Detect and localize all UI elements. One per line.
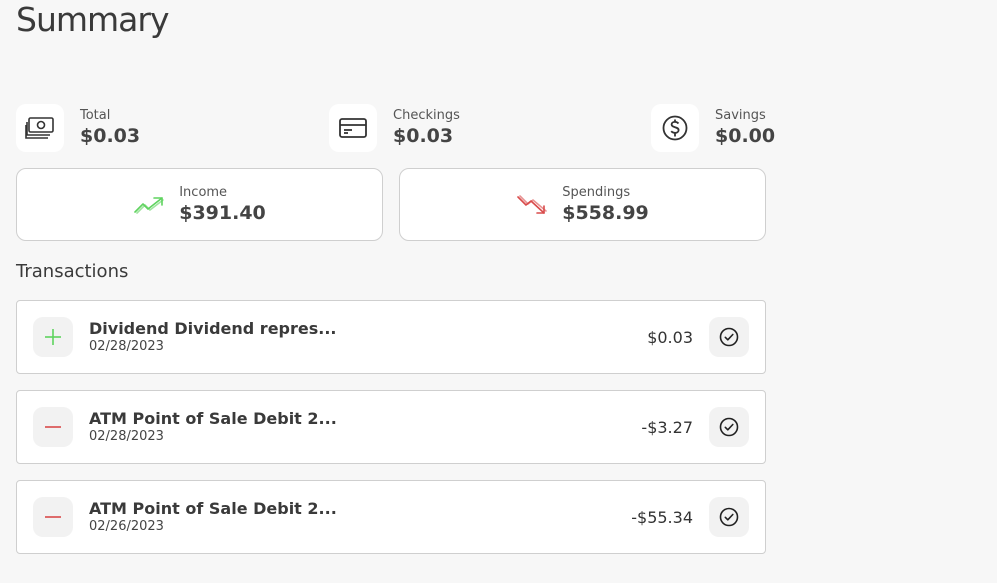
balance-checkings-value: $0.03 xyxy=(393,125,454,147)
transaction-amount: -$55.34 xyxy=(631,507,693,527)
check-circle-icon[interactable] xyxy=(709,317,749,357)
transaction-date: 02/26/2023 xyxy=(89,519,164,534)
transaction-description: Dividend Dividend repres... xyxy=(89,319,337,338)
balance-savings: Savings $0.00 xyxy=(651,104,775,152)
transactions-title: Transactions xyxy=(16,261,129,282)
income-label: Income xyxy=(179,184,228,200)
balance-savings-label: Savings xyxy=(715,108,766,123)
trending-down-icon xyxy=(516,192,548,218)
balance-checkings-label: Checkings xyxy=(393,108,460,123)
trending-up-icon xyxy=(133,192,165,218)
balance-savings-value: $0.00 xyxy=(715,125,776,147)
page-title: Summary xyxy=(16,0,169,39)
dollar-coin-icon xyxy=(651,104,699,152)
summary-page: Summary Total $0.03 Checkings $0.03 Savi… xyxy=(0,0,997,583)
plus-icon xyxy=(33,317,73,357)
minus-icon xyxy=(33,407,73,447)
transaction-row[interactable]: ATM Point of Sale Debit 2... 02/28/2023 … xyxy=(16,390,766,464)
transaction-description: ATM Point of Sale Debit 2... xyxy=(89,409,337,428)
transaction-row[interactable]: ATM Point of Sale Debit 2... 02/26/2023 … xyxy=(16,480,766,554)
credit-card-icon xyxy=(329,104,377,152)
cash-icon xyxy=(16,104,64,152)
transaction-description: ATM Point of Sale Debit 2... xyxy=(89,499,337,518)
check-circle-icon[interactable] xyxy=(709,497,749,537)
balance-total-value: $0.03 xyxy=(80,125,141,147)
transaction-date: 02/28/2023 xyxy=(89,429,164,444)
income-value: $391.40 xyxy=(179,201,266,224)
transaction-amount: -$3.27 xyxy=(641,417,693,437)
spendings-value: $558.99 xyxy=(562,201,649,224)
check-circle-icon[interactable] xyxy=(709,407,749,447)
balance-checkings: Checkings $0.03 xyxy=(329,104,460,152)
spendings-label: Spendings xyxy=(562,184,631,200)
balance-total: Total $0.03 xyxy=(16,104,140,152)
spendings-card[interactable]: Spendings $558.99 xyxy=(399,168,766,241)
transaction-date: 02/28/2023 xyxy=(89,339,164,354)
transaction-row[interactable]: Dividend Dividend repres... 02/28/2023 $… xyxy=(16,300,766,374)
income-card[interactable]: Income $391.40 xyxy=(16,168,383,241)
balance-total-label: Total xyxy=(80,108,111,123)
transaction-amount: $0.03 xyxy=(647,327,693,347)
minus-icon xyxy=(33,497,73,537)
